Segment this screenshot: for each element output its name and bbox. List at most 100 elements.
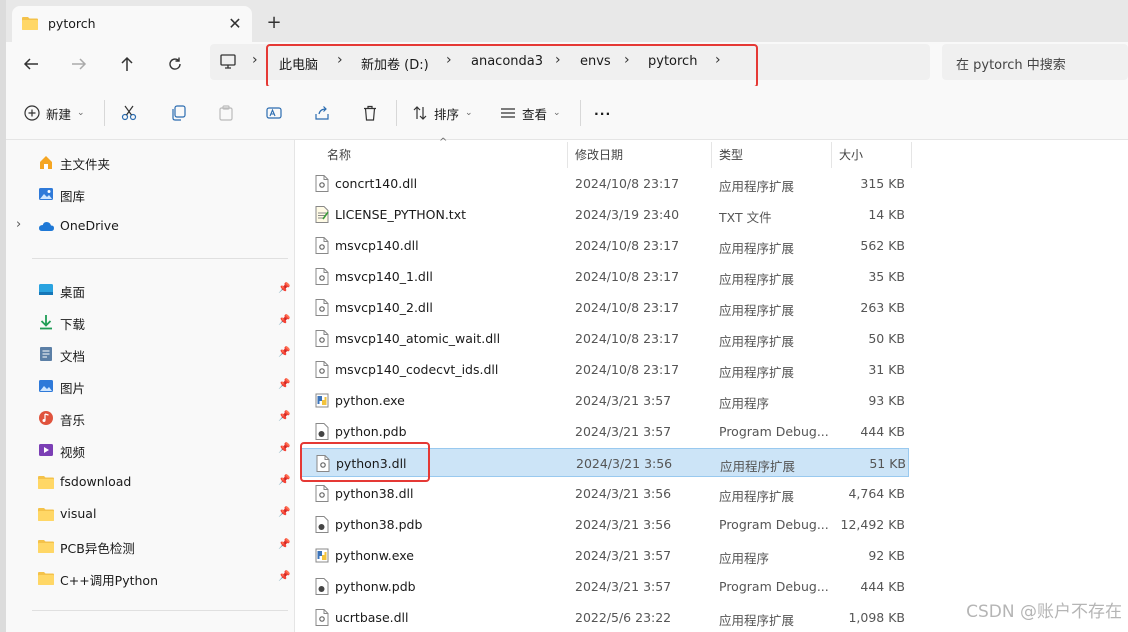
expand-chevron-icon[interactable]: › — [16, 217, 21, 232]
file-size: 315 KB — [860, 176, 905, 191]
sort-button[interactable]: 排序 ⌄ — [412, 100, 473, 126]
file-row[interactable]: concrt140.dll 2024/10/8 23:17 应用程序扩展 315 KB — [301, 169, 909, 198]
sidebar-item-label: 桌面 — [60, 285, 86, 300]
pin-icon[interactable]: 📌 — [278, 315, 290, 326]
more-options-button[interactable]: ··· — [594, 100, 611, 126]
pin-icon[interactable]: 📌 — [278, 507, 290, 518]
new-button[interactable]: 新建 ⌄ — [24, 100, 85, 126]
search-placeholder: 在 pytorch 中搜索 — [956, 58, 1066, 73]
file-size: 14 KB — [868, 207, 905, 222]
paste-button[interactable] — [218, 100, 234, 126]
back-arrow-icon[interactable] — [16, 50, 46, 78]
scissors-icon — [121, 105, 137, 121]
sidebar-item-documents[interactable]: 文档 📌 — [6, 340, 294, 368]
file-date: 2024/10/8 23:17 — [575, 238, 680, 253]
column-divider[interactable] — [831, 142, 832, 168]
pin-icon[interactable]: 📌 — [278, 539, 290, 550]
file-row[interactable]: python.exe 2024/3/21 3:57 应用程序 93 KB — [301, 386, 909, 415]
debug-file-icon — [315, 423, 329, 440]
share-button[interactable] — [314, 100, 330, 126]
forward-arrow-icon[interactable] — [64, 50, 94, 78]
up-arrow-icon[interactable] — [112, 50, 142, 78]
file-row[interactable]: pythonw.exe 2024/3/21 3:57 应用程序 92 KB — [301, 541, 909, 570]
column-header-name[interactable]: 名称 — [327, 146, 351, 163]
file-type: 应用程序 — [719, 396, 770, 411]
file-row[interactable]: pythonw.pdb 2024/3/21 3:57 Program Debug..… — [301, 572, 909, 601]
debug-file-icon — [315, 578, 329, 595]
tab-pytorch[interactable]: pytorch ✕ — [12, 6, 252, 42]
watermark: CSDN @账户不存在 — [966, 602, 1122, 622]
file-name: python.pdb — [335, 424, 407, 439]
dll-file-icon — [315, 485, 329, 502]
pin-icon[interactable]: 📌 — [278, 443, 290, 454]
sidebar-item-label: 音乐 — [60, 413, 86, 428]
sidebar-item-visual[interactable]: visual 📌 — [6, 500, 294, 528]
file-size: 444 KB — [860, 424, 905, 439]
folder-icon — [38, 572, 54, 585]
file-type: Program Debug... — [719, 517, 829, 532]
file-row[interactable]: python38.pdb 2024/3/21 3:56 Program Debug.… — [301, 510, 909, 539]
file-type: 应用程序扩展 — [719, 179, 795, 194]
file-row[interactable]: ucrtbase.dll 2022/5/6 23:22 应用程序扩展 1,098 KB — [301, 603, 909, 632]
pin-icon[interactable]: 📌 — [278, 283, 290, 294]
pin-icon[interactable]: 📌 — [278, 379, 290, 390]
view-button[interactable]: 查看 ⌄ — [500, 100, 561, 126]
file-row[interactable]: msvcp140.dll 2024/10/8 23:17 应用程序扩展 562 KB — [301, 231, 909, 260]
file-type: 应用程序扩展 — [719, 489, 795, 504]
sidebar-item-videos[interactable]: 视频 📌 — [6, 436, 294, 464]
sidebar-item-gallery[interactable]: 图库 — [6, 180, 294, 208]
cut-button[interactable] — [121, 100, 137, 126]
file-name: pythonw.exe — [335, 548, 414, 563]
file-row[interactable]: msvcp140_1.dll 2024/10/8 23:17 应用程序扩展 35 KB — [301, 262, 909, 291]
sidebar-item-home[interactable]: 主文件夹 — [6, 148, 294, 176]
close-tab-icon[interactable]: ✕ — [224, 12, 246, 34]
chevron-down-icon: ⌄ — [77, 108, 85, 118]
file-date: 2024/10/8 23:17 — [575, 176, 680, 191]
pin-icon[interactable]: 📌 — [278, 571, 290, 582]
toolbar-divider — [104, 100, 105, 126]
file-date: 2022/5/6 23:22 — [575, 610, 672, 625]
file-date: 2024/3/21 3:56 — [576, 456, 673, 471]
file-size: 93 KB — [868, 393, 905, 408]
document-icon — [40, 347, 52, 361]
sidebar-item-cpp-python[interactable]: C++调用Python 📌 — [6, 564, 294, 592]
rename-button[interactable] — [266, 100, 282, 126]
file-list: ^ 名称 修改日期 类型 大小 concrt140.dll 2024/10/8 2… — [294, 137, 1128, 632]
file-size: 562 KB — [860, 238, 905, 253]
search-input[interactable]: 在 pytorch 中搜索 — [942, 44, 1128, 80]
pin-icon[interactable]: 📌 — [278, 347, 290, 358]
copy-button[interactable] — [170, 100, 186, 126]
file-size: 92 KB — [868, 548, 905, 563]
file-row[interactable]: msvcp140_atomic_wait.dll 2024/10/8 23:17 应… — [301, 324, 909, 353]
file-row[interactable]: msvcp140_2.dll 2024/10/8 23:17 应用程序扩展 263 K… — [301, 293, 909, 322]
file-date: 2024/3/21 3:56 — [575, 517, 672, 532]
file-row[interactable]: python38.dll 2024/3/21 3:56 应用程序扩展 4,764 KB — [301, 479, 909, 508]
sidebar-item-downloads[interactable]: 下载 📌 — [6, 308, 294, 336]
file-row[interactable]: msvcp140_codecvt_ids.dll 2024/10/8 23:17 应… — [301, 355, 909, 384]
column-header-type[interactable]: 类型 — [719, 146, 743, 163]
sidebar-item-desktop[interactable]: 桌面 📌 — [6, 276, 294, 304]
sidebar-item-fsdownload[interactable]: fsdownload 📌 — [6, 468, 294, 496]
folder-icon — [22, 17, 38, 30]
new-tab-button[interactable]: + — [262, 10, 286, 34]
column-header-date[interactable]: 修改日期 — [575, 146, 623, 163]
sidebar-item-music[interactable]: 音乐 📌 — [6, 404, 294, 432]
sidebar-item-pcb[interactable]: PCB异色检测 📌 — [6, 532, 294, 560]
delete-button[interactable] — [362, 100, 378, 126]
refresh-icon[interactable] — [160, 50, 190, 78]
pin-icon[interactable]: 📌 — [278, 411, 290, 422]
file-name: msvcp140_1.dll — [335, 269, 433, 284]
sidebar-item-pictures[interactable]: 图片 📌 — [6, 372, 294, 400]
file-date: 2024/3/19 23:40 — [575, 207, 680, 222]
column-header-size[interactable]: 大小 — [839, 146, 863, 163]
file-date: 2024/3/21 3:57 — [575, 424, 672, 439]
pin-icon[interactable]: 📌 — [278, 475, 290, 486]
column-divider[interactable] — [567, 142, 568, 168]
sidebar-item-label: 文档 — [60, 349, 86, 364]
file-type: 应用程序 — [719, 551, 770, 566]
sidebar-item-onedrive[interactable]: › OneDrive — [6, 212, 294, 240]
column-divider[interactable] — [911, 142, 912, 168]
folder-icon — [38, 540, 54, 553]
column-divider[interactable] — [711, 142, 712, 168]
file-row[interactable]: LICENSE_PYTHON.txt 2024/3/19 23:40 TXT 文件 1… — [301, 200, 909, 229]
